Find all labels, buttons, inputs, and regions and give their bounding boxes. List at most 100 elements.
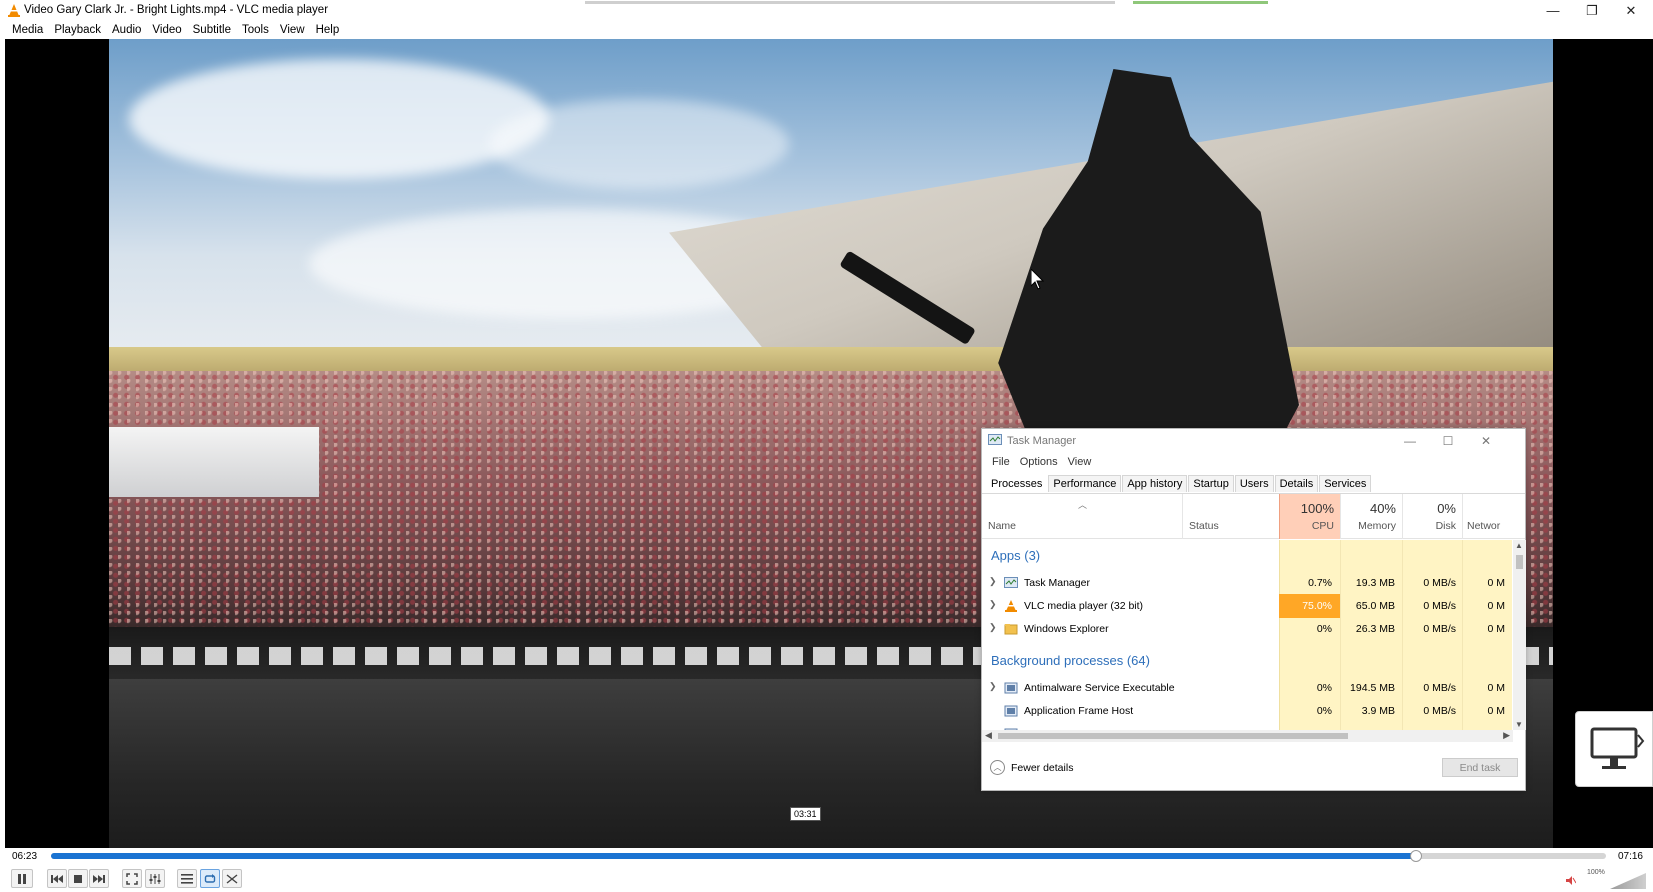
end-task-button[interactable]: End task (1442, 758, 1518, 777)
col-header-status[interactable]: Status (1182, 494, 1279, 539)
pause-button[interactable] (11, 869, 33, 888)
tm-footer: ︿ Fewer details End task (982, 743, 1525, 792)
group-apps[interactable]: Apps (3) (991, 548, 1040, 563)
process-name: Task Manager (1024, 577, 1090, 589)
fewer-details-button[interactable]: ︿ Fewer details (990, 760, 1073, 775)
stop-button[interactable] (68, 869, 88, 888)
mute-icon[interactable] (1566, 876, 1576, 885)
vertical-scrollbar[interactable]: ▲ ▼ (1513, 540, 1526, 730)
service-icon (1004, 682, 1018, 694)
process-network: 0 M (1487, 600, 1505, 612)
expand-chevron-icon[interactable]: ❯ (989, 576, 997, 587)
vertical-scroll-thumb[interactable] (1516, 555, 1523, 569)
tab-startup[interactable]: Startup (1188, 475, 1234, 492)
equalizer-icon (149, 873, 161, 884)
tm-minimize-button[interactable]: — (1391, 429, 1429, 453)
seek-slider[interactable] (51, 850, 1606, 862)
mouse-cursor-icon (1031, 269, 1045, 290)
minimize-button[interactable]: — (1533, 0, 1573, 21)
restore-button[interactable]: ❐ (1572, 0, 1612, 21)
tab-users[interactable]: Users (1234, 475, 1274, 492)
task-manager-icon (988, 434, 1002, 445)
horizontal-scrollbar[interactable]: ◀ ▶ (982, 730, 1513, 742)
process-row[interactable]: ❯ Task Manager 0.7% 19.3 MB 0 MB/s 0 M (982, 571, 1512, 595)
col-header-cpu[interactable]: 100% CPU (1279, 494, 1340, 539)
col-cpu-label: CPU (1311, 520, 1334, 532)
menu-media[interactable]: Media (8, 24, 50, 36)
tab-details[interactable]: Details (1274, 475, 1319, 492)
vlc-cone-icon (8, 4, 20, 17)
tm-maximize-button[interactable]: ☐ (1429, 429, 1467, 453)
previous-button[interactable] (47, 869, 67, 888)
elapsed-time: 06:23 (12, 851, 38, 862)
tm-menu-file[interactable]: File (987, 456, 1015, 468)
task-manager-window: Task Manager — ☐ ✕ File Options View Pro… (981, 428, 1526, 791)
remote-desktop-widget[interactable] (1575, 711, 1653, 787)
process-name: Antimalware Service Executable (1024, 682, 1175, 694)
tm-menu-options[interactable]: Options (1015, 456, 1063, 468)
window-title: Video Gary Clark Jr. - Bright Lights.mp4… (24, 4, 329, 16)
col-network-label: Networ (1467, 520, 1501, 532)
video-cloud (129, 59, 549, 179)
menu-bar: Media Playback Audio Video Subtitle Tool… (0, 21, 1653, 39)
menu-view[interactable]: View (276, 24, 312, 36)
expand-chevron-icon[interactable]: ❯ (989, 599, 997, 610)
tm-title: Task Manager (1007, 435, 1077, 447)
fullscreen-button[interactable] (122, 869, 142, 888)
scroll-right-icon[interactable]: ▶ (1503, 730, 1510, 741)
menu-help[interactable]: Help (312, 24, 347, 36)
horizontal-scroll-thumb[interactable] (998, 733, 1348, 739)
tab-performance[interactable]: Performance (1048, 475, 1122, 492)
scroll-left-icon[interactable]: ◀ (985, 730, 992, 741)
process-row[interactable]: ❯ Antimalware Service Executable 0% 194.… (982, 676, 1512, 700)
tab-app-history[interactable]: App history (1122, 475, 1188, 492)
expand-chevron-icon[interactable]: ❯ (989, 622, 997, 633)
process-row[interactable]: ❯ Windows Explorer 0% 26.3 MB 0 MB/s 0 M (982, 617, 1512, 641)
expand-chevron-icon[interactable]: ❯ (989, 681, 997, 692)
scroll-up-icon[interactable]: ▲ (1515, 541, 1523, 550)
menu-video[interactable]: Video (148, 24, 188, 36)
menu-playback[interactable]: Playback (50, 24, 108, 36)
shuffle-button[interactable] (222, 869, 242, 888)
video-cloud (489, 99, 789, 189)
col-name-label: Name (988, 520, 1017, 532)
total-time: 07:16 (1617, 851, 1643, 862)
process-cpu: 0% (1316, 682, 1332, 694)
process-name: Application Frame Host (1024, 705, 1134, 717)
menu-audio[interactable]: Audio (108, 24, 148, 36)
cpu-total-value: 100% (1300, 501, 1334, 516)
group-background-processes[interactable]: Background processes (64) (991, 653, 1150, 668)
process-table-header: ︿ Name Status 100% CPU 40% Memory 0% Dis… (982, 494, 1525, 539)
close-button[interactable]: ✕ (1611, 0, 1651, 21)
process-cpu: 0% (1316, 623, 1332, 635)
scroll-down-icon[interactable]: ▼ (1515, 720, 1523, 729)
process-row[interactable]: Application Frame Host 0% 3.9 MB 0 MB/s … (982, 699, 1512, 723)
menu-subtitle[interactable]: Subtitle (189, 24, 238, 36)
process-row-partial[interactable] (982, 722, 1512, 730)
tab-processes[interactable]: Processes (986, 475, 1048, 492)
col-header-memory[interactable]: 40% Memory (1340, 494, 1402, 539)
col-header-network[interactable]: Networ (1462, 494, 1527, 539)
col-header-name[interactable]: Name (982, 494, 1182, 539)
menu-tools[interactable]: Tools (238, 24, 276, 36)
folder-icon (1004, 624, 1018, 635)
tab-services[interactable]: Services (1319, 475, 1372, 492)
volume-slider[interactable] (1610, 873, 1646, 889)
pause-icon (18, 873, 26, 884)
tm-close-button[interactable]: ✕ (1467, 429, 1505, 453)
process-disk: 0 MB/s (1423, 682, 1456, 694)
tm-menu-view[interactable]: View (1063, 456, 1097, 468)
process-disk: 0 MB/s (1423, 600, 1456, 612)
process-disk: 0 MB/s (1423, 705, 1456, 717)
col-header-disk[interactable]: 0% Disk (1402, 494, 1462, 539)
extended-settings-button[interactable] (145, 869, 165, 888)
playlist-button[interactable] (177, 869, 197, 888)
process-row[interactable]: ❯ VLC media player (32 bit) 75.0% 65.0 M… (982, 594, 1512, 618)
loop-button[interactable] (200, 869, 220, 888)
chevron-up-icon: ︿ (990, 760, 1005, 775)
next-button[interactable] (89, 869, 109, 888)
vlc-window: Video Gary Clark Jr. - Bright Lights.mp4… (0, 0, 1653, 892)
process-name: Windows Explorer (1024, 623, 1109, 635)
stop-icon (74, 874, 82, 883)
seek-handle[interactable] (1410, 850, 1423, 862)
